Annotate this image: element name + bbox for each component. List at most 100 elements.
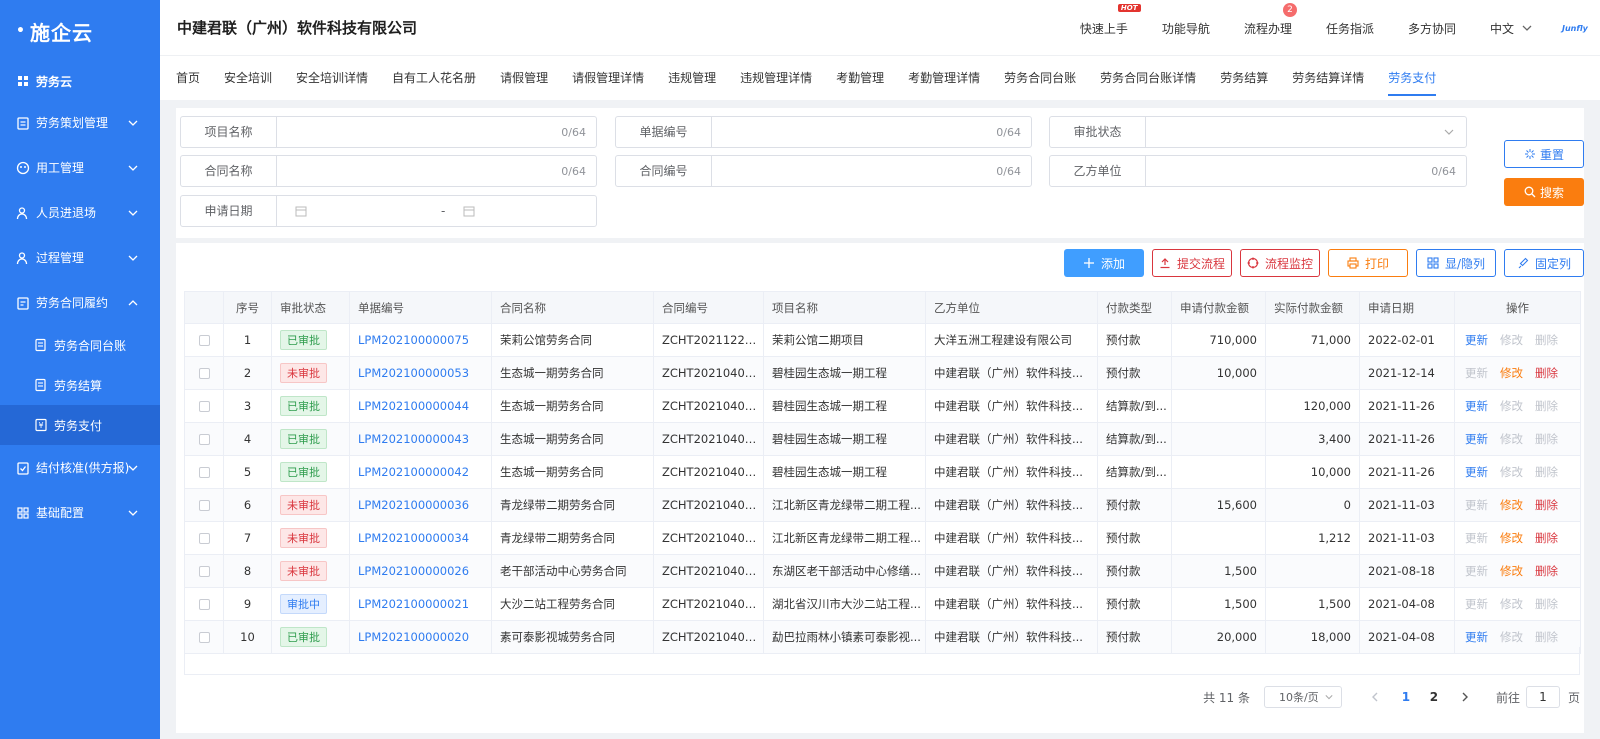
- apply-date-range[interactable]: 申请日期 -: [180, 195, 597, 227]
- approval-status-value[interactable]: [1146, 117, 1444, 147]
- search-button[interactable]: 搜索: [1504, 178, 1584, 206]
- tab-safety-training[interactable]: 安全培训: [224, 56, 272, 100]
- sidebar-item-employment[interactable]: 用工管理: [0, 145, 160, 190]
- tab-home[interactable]: 首页: [176, 56, 200, 100]
- update-action[interactable]: 更新: [1465, 432, 1488, 446]
- page-1[interactable]: 1: [1396, 690, 1416, 704]
- update-action[interactable]: 更新: [1465, 399, 1488, 413]
- row-checkbox[interactable]: [198, 566, 210, 577]
- sidebar-item-config[interactable]: 基础配置: [0, 490, 160, 535]
- tab-contract-ledger-detail[interactable]: 劳务合同台账详情: [1100, 56, 1196, 100]
- submit-process-button[interactable]: 提交流程: [1152, 249, 1232, 277]
- goto-page-input[interactable]: 1: [1525, 686, 1560, 708]
- delete-action[interactable]: 删除: [1535, 465, 1558, 479]
- add-button[interactable]: 添加: [1064, 249, 1144, 277]
- sidebar-item-planning[interactable]: 劳务策划管理: [0, 100, 160, 145]
- update-action[interactable]: 更新: [1465, 531, 1488, 545]
- sidebar-subitem-payment[interactable]: ¥ 劳务支付: [0, 405, 160, 445]
- tab-violation[interactable]: 违规管理: [668, 56, 716, 100]
- delete-action[interactable]: 删除: [1535, 630, 1558, 644]
- doc-no-link[interactable]: LPM202100000043: [358, 432, 469, 446]
- doc-no-field[interactable]: 单据编号 0/64: [615, 116, 1032, 148]
- update-action[interactable]: 更新: [1465, 597, 1488, 611]
- nav-task-assign[interactable]: 任务指派: [1326, 20, 1374, 37]
- tab-leave[interactable]: 请假管理: [500, 56, 548, 100]
- edit-action[interactable]: 修改: [1500, 564, 1523, 578]
- row-checkbox[interactable]: [198, 467, 210, 478]
- row-checkbox[interactable]: [198, 533, 210, 544]
- tab-payment[interactable]: 劳务支付: [1388, 56, 1437, 100]
- delete-action[interactable]: 删除: [1535, 498, 1558, 512]
- process-monitor-button[interactable]: 流程监控: [1240, 249, 1320, 277]
- prev-page-icon[interactable]: [1368, 690, 1382, 704]
- nav-collaboration[interactable]: 多方协同: [1408, 20, 1456, 37]
- doc-no-link[interactable]: LPM202100000026: [358, 564, 469, 578]
- tab-leave-detail[interactable]: 请假管理详情: [572, 56, 644, 100]
- edit-action[interactable]: 修改: [1500, 531, 1523, 545]
- doc-no-link[interactable]: LPM202100000053: [358, 366, 469, 380]
- edit-action[interactable]: 修改: [1500, 465, 1523, 479]
- delete-action[interactable]: 删除: [1535, 564, 1558, 578]
- tab-settlement[interactable]: 劳务结算: [1220, 56, 1268, 100]
- doc-no-link[interactable]: LPM202100000020: [358, 630, 469, 644]
- project-name-field[interactable]: 项目名称 0/64: [180, 116, 597, 148]
- contract-name-input[interactable]: [277, 156, 561, 186]
- edit-action[interactable]: 修改: [1500, 432, 1523, 446]
- toggle-columns-button[interactable]: 显/隐列: [1416, 249, 1496, 277]
- delete-action[interactable]: 删除: [1535, 597, 1558, 611]
- edit-action[interactable]: 修改: [1500, 399, 1523, 413]
- row-checkbox[interactable]: [198, 368, 210, 379]
- approval-status-select[interactable]: 审批状态: [1049, 116, 1467, 148]
- nav-process-handling[interactable]: 2 流程办理: [1244, 2, 1297, 37]
- doc-no-link[interactable]: LPM202100000021: [358, 597, 469, 611]
- tab-settlement-detail[interactable]: 劳务结算详情: [1292, 56, 1364, 100]
- delete-action[interactable]: 删除: [1535, 399, 1558, 413]
- page-size-select[interactable]: 10条/页: [1263, 686, 1342, 708]
- reset-button[interactable]: 重置: [1504, 140, 1584, 168]
- edit-action[interactable]: 修改: [1500, 498, 1523, 512]
- sidebar-item-payment-approval[interactable]: 结付核准(供方报): [0, 445, 160, 490]
- row-checkbox[interactable]: [198, 434, 210, 445]
- sidebar-item-labor-cloud[interactable]: 劳务云: [0, 62, 160, 100]
- sidebar-subitem-contract-ledger[interactable]: 劳务合同台账: [0, 325, 160, 365]
- party-b-input[interactable]: [1146, 156, 1431, 186]
- doc-no-input[interactable]: [712, 117, 996, 147]
- edit-action[interactable]: 修改: [1500, 630, 1523, 644]
- print-button[interactable]: 打印: [1328, 249, 1408, 277]
- update-action[interactable]: 更新: [1465, 498, 1488, 512]
- edit-action[interactable]: 修改: [1500, 366, 1523, 380]
- project-name-input[interactable]: [277, 117, 561, 147]
- sidebar-item-contract[interactable]: 劳务合同履约: [0, 280, 160, 325]
- row-checkbox[interactable]: [198, 599, 210, 610]
- edit-action[interactable]: 修改: [1500, 597, 1523, 611]
- contract-name-field[interactable]: 合同名称 0/64: [180, 155, 597, 187]
- delete-action[interactable]: 删除: [1535, 333, 1558, 347]
- update-action[interactable]: 更新: [1465, 366, 1488, 380]
- pin-columns-button[interactable]: 固定列: [1504, 249, 1584, 277]
- doc-no-link[interactable]: LPM202100000034: [358, 531, 469, 545]
- doc-no-link[interactable]: LPM202100000044: [358, 399, 469, 413]
- language-select[interactable]: 中文: [1490, 20, 1532, 37]
- row-checkbox[interactable]: [198, 500, 210, 511]
- update-action[interactable]: 更新: [1465, 333, 1488, 347]
- row-checkbox[interactable]: [198, 401, 210, 412]
- delete-action[interactable]: 删除: [1535, 531, 1558, 545]
- nav-function-guide[interactable]: 功能导航: [1162, 20, 1210, 37]
- logo[interactable]: • 施企云: [0, 0, 160, 62]
- page-2[interactable]: 2: [1424, 690, 1444, 704]
- tab-contract-ledger[interactable]: 劳务合同台账: [1004, 56, 1076, 100]
- nav-quick-start[interactable]: HOT 快速上手: [1080, 3, 1141, 37]
- tab-attendance-detail[interactable]: 考勤管理详情: [908, 56, 980, 100]
- sidebar-item-process[interactable]: 过程管理: [0, 235, 160, 280]
- doc-no-link[interactable]: LPM202100000036: [358, 498, 469, 512]
- next-page-icon[interactable]: [1458, 690, 1472, 704]
- doc-no-link[interactable]: LPM202100000042: [358, 465, 469, 479]
- update-action[interactable]: 更新: [1465, 630, 1488, 644]
- party-b-field[interactable]: 乙方单位 0/64: [1049, 155, 1467, 187]
- tab-worker-roster[interactable]: 自有工人花名册: [392, 56, 476, 100]
- delete-action[interactable]: 删除: [1535, 366, 1558, 380]
- sidebar-subitem-settlement[interactable]: 劳务结算: [0, 365, 160, 405]
- tab-safety-training-detail[interactable]: 安全培训详情: [296, 56, 368, 100]
- update-action[interactable]: 更新: [1465, 564, 1488, 578]
- sidebar-item-personnel[interactable]: 人员进退场: [0, 190, 160, 235]
